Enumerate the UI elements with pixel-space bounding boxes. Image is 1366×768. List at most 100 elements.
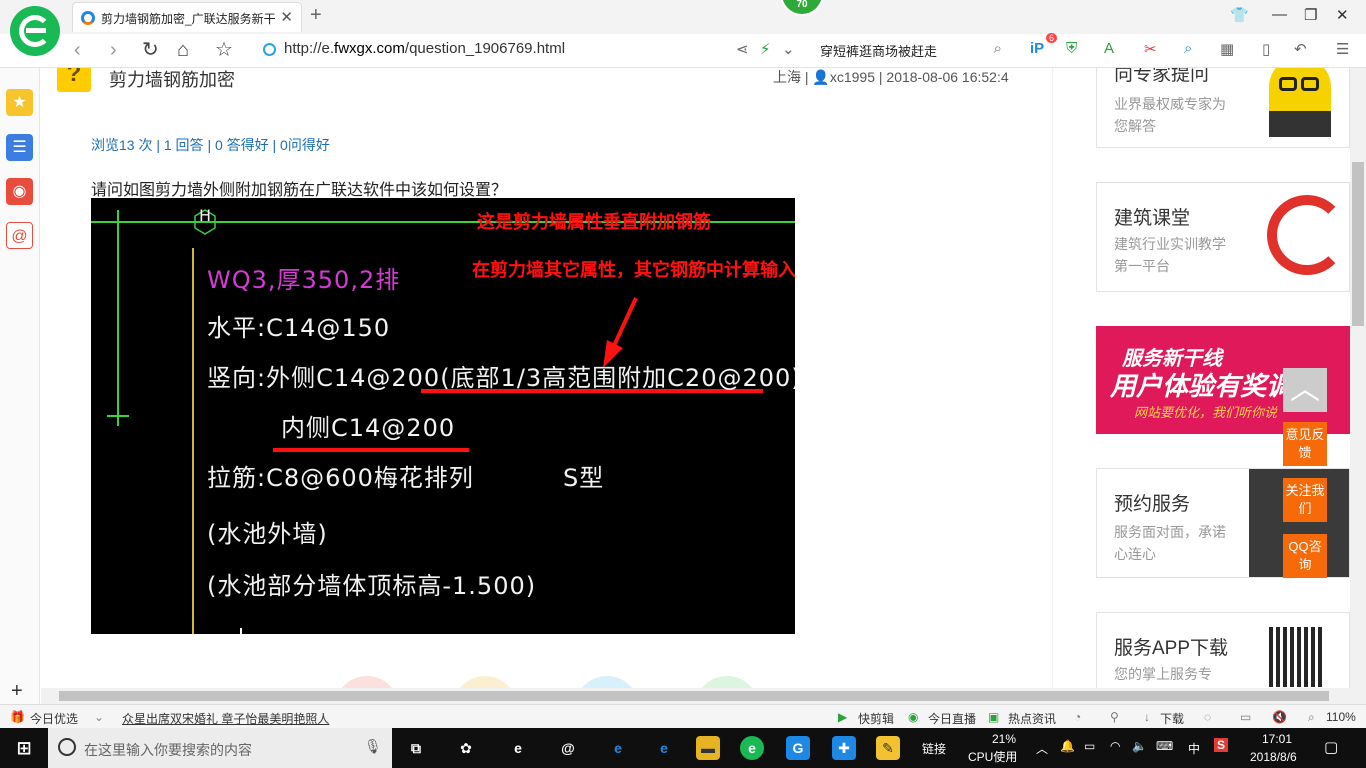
- ime-indicator[interactable]: 中: [1188, 740, 1200, 757]
- maximize-button[interactable]: ❐: [1304, 6, 1317, 24]
- lightning-icon[interactable]: ⚡: [760, 40, 771, 58]
- microphone-icon[interactable]: 🎙: [364, 738, 382, 755]
- shield-icon[interactable]: ⛨: [1066, 40, 1077, 57]
- taskbar-search-input[interactable]: 在这里输入你要搜索的内容 🎙: [48, 728, 392, 768]
- search-icon[interactable]: ⌕: [994, 40, 1002, 57]
- cad-wall-label: WQ3,厚350,2排: [207, 266, 401, 294]
- mail-icon[interactable]: @: [6, 222, 33, 249]
- translate-icon[interactable]: A: [1104, 40, 1114, 57]
- action-center-icon[interactable]: ▢: [1324, 738, 1338, 756]
- magnifier-icon[interactable]: ⌕: [1184, 40, 1192, 57]
- download-link[interactable]: 下载: [1160, 710, 1184, 727]
- reader-icon[interactable]: ▯: [1262, 40, 1270, 58]
- download-icon[interactable]: ↓: [1144, 710, 1150, 724]
- cortana-icon: [58, 738, 76, 756]
- horizontal-scroll-thumb[interactable]: [59, 691, 1329, 701]
- window-icon[interactable]: ▭: [1240, 710, 1251, 724]
- internet-explorer-icon[interactable]: e: [652, 736, 676, 760]
- taskbar-link-label[interactable]: 链接: [922, 740, 946, 757]
- gift-icon: 🎁: [10, 710, 25, 724]
- apps-grid-icon[interactable]: ▦: [1220, 40, 1234, 58]
- sogou-ime-icon[interactable]: S: [1214, 738, 1229, 752]
- dropdown-chevron-icon[interactable]: ⌄: [782, 40, 795, 58]
- cad-pool-elevation: (水池部分墙体顶标高-1.500): [207, 572, 537, 600]
- extension-icon[interactable]: iP: [1030, 40, 1044, 57]
- reading-list-icon[interactable]: ☰: [6, 134, 33, 161]
- app-download-title: 服务APP下载: [1114, 638, 1229, 659]
- battery-icon[interactable]: ▭: [1084, 739, 1095, 753]
- share-icon[interactable]: ⋖: [736, 40, 749, 58]
- tray-chevron-icon[interactable]: ︿: [1036, 740, 1048, 757]
- weibo-icon[interactable]: ◉: [6, 178, 33, 205]
- vertical-scrollbar[interactable]: [1350, 68, 1366, 688]
- keyboard-icon[interactable]: ⌨: [1156, 739, 1173, 753]
- pin-icon[interactable]: ⚲: [1110, 710, 1119, 724]
- undo-icon[interactable]: ↶: [1294, 40, 1307, 58]
- forward-button[interactable]: ›: [110, 40, 117, 60]
- skin-icon[interactable]: 👕: [1230, 6, 1249, 24]
- browser-tab[interactable]: 剪力墙钢筋加密_广联达服务新干线 ✕: [72, 2, 302, 32]
- tab-close-icon[interactable]: ✕: [280, 8, 293, 26]
- menu-icon[interactable]: ☰: [1336, 40, 1349, 58]
- building-class-card[interactable]: 建筑课堂 建筑行业实训教学第一平台: [1096, 182, 1350, 292]
- plus-app-icon[interactable]: ✚: [832, 736, 856, 760]
- horizontal-scrollbar[interactable]: [41, 688, 1366, 704]
- app-download-card[interactable]: 服务APP下载 您的掌上服务专: [1096, 612, 1350, 688]
- minimize-button[interactable]: —: [1272, 6, 1287, 23]
- scissors-icon[interactable]: ✂: [1144, 40, 1157, 58]
- back-to-top-button[interactable]: ︿: [1283, 368, 1327, 412]
- task-view-icon[interactable]: ⧉: [404, 736, 428, 760]
- left-sidebar: ★ ☰ ◉ @ +: [0, 68, 40, 704]
- favorite-star-button[interactable]: ☆: [215, 40, 233, 60]
- clock-date[interactable]: 2018/8/6: [1250, 750, 1297, 764]
- qq-consult-button[interactable]: QQ咨询: [1283, 534, 1327, 578]
- notes-app-icon[interactable]: ✎: [876, 736, 900, 760]
- ask-expert-card[interactable]: 向专家提问 业界最权威专家为您解答: [1096, 68, 1350, 148]
- browser-taskbar-icon[interactable]: e: [740, 736, 764, 760]
- refresh-button[interactable]: ↻: [142, 40, 159, 60]
- news-ticker-link[interactable]: 众星出席双宋婚礼 章子怡最美明艳照人: [122, 710, 329, 727]
- question-text: 请问如图剪力墙外侧附加钢筋在广联达软件中该如何设置？: [91, 182, 508, 199]
- today-live-link[interactable]: 今日直播: [928, 710, 976, 727]
- question-card: ? 剪力墙钢筋加密 上海 | 👤xc1995 | 2018-08-06 16:5…: [41, 68, 1053, 688]
- address-bar[interactable]: http://e.fwxgx.com/question_1906769.html: [284, 40, 565, 57]
- follow-us-button[interactable]: 关注我们: [1283, 478, 1327, 522]
- volume-icon[interactable]: 🔈: [1132, 739, 1147, 753]
- new-tab-button[interactable]: +: [310, 4, 322, 27]
- today-picks-link[interactable]: 今日优选: [30, 710, 78, 727]
- question-title: 剪力墙钢筋加密: [109, 70, 235, 90]
- fan-app-icon[interactable]: ✿: [454, 736, 478, 760]
- clean-icon[interactable]: ◌: [1204, 710, 1211, 724]
- ie-like-browser-icon[interactable]: e: [506, 736, 530, 760]
- zoom-icon[interactable]: ⌕: [1308, 710, 1315, 725]
- speed-icon[interactable]: ◔: [1074, 710, 1081, 724]
- browser-logo-icon[interactable]: [10, 6, 60, 56]
- zoom-level[interactable]: 110%: [1326, 710, 1356, 724]
- wifi-icon[interactable]: ◠: [1110, 739, 1120, 753]
- clock-time[interactable]: 17:01: [1262, 732, 1292, 746]
- speed-badge[interactable]: 70: [780, 0, 824, 16]
- question-stats[interactable]: 浏览13 次 | 1 回答 | 0 答得好 | 0问得好: [91, 135, 330, 155]
- cad-drawing-image[interactable]: H WQ3,厚350,2排 水平:C14@150 竖向:外侧C14@200(底部…: [91, 198, 795, 634]
- back-button[interactable]: ‹: [74, 40, 81, 60]
- close-window-button[interactable]: ✕: [1336, 6, 1349, 24]
- edge-icon[interactable]: e: [606, 736, 630, 760]
- question-icon: ?: [57, 68, 91, 92]
- add-sidebar-button[interactable]: +: [11, 680, 23, 703]
- hot-news-link[interactable]: 热点资讯: [1008, 710, 1056, 727]
- favorites-star-icon[interactable]: ★: [6, 89, 33, 116]
- search-input[interactable]: 穿短裤逛商场被赶走 ⌕: [812, 38, 1012, 62]
- quick-clip-link[interactable]: 快剪辑: [858, 710, 894, 727]
- chevron-down-icon[interactable]: ⌄: [94, 710, 104, 724]
- file-explorer-icon[interactable]: ▬: [696, 736, 720, 760]
- navigation-bar: ‹ › ↻ ⌂ ☆: [0, 34, 1366, 68]
- feedback-button[interactable]: 意见反馈: [1283, 422, 1327, 466]
- mute-icon[interactable]: 🔇: [1272, 710, 1287, 724]
- notification-bell-icon[interactable]: 🔔: [1060, 739, 1075, 753]
- vertical-scroll-thumb[interactable]: [1352, 162, 1364, 326]
- g-app-icon[interactable]: G: [786, 736, 810, 760]
- home-button[interactable]: ⌂: [177, 40, 189, 60]
- windows-start-icon[interactable]: ⊞: [12, 736, 36, 760]
- cad-vertical-rebar: 竖向:外侧C14@200(底部1/3高范围附加C20@200): [207, 364, 795, 392]
- spiral-app-icon[interactable]: @: [556, 736, 580, 760]
